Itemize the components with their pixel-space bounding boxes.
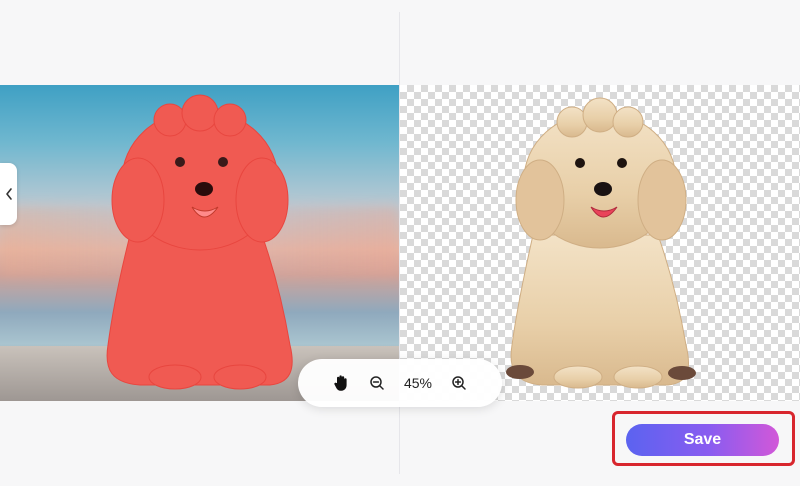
cutout-dog-image [506, 97, 696, 389]
editor-window: 45% Save [0, 0, 800, 486]
save-button[interactable]: Save [626, 424, 779, 456]
masked-dog-image [106, 94, 293, 390]
hand-icon [334, 375, 347, 391]
chevron-left-icon [5, 188, 12, 200]
zoom-in-icon [452, 376, 466, 390]
zoom-out-icon [370, 376, 384, 390]
pan-tool-button[interactable] [330, 372, 352, 394]
collapse-panel-button[interactable] [0, 163, 17, 225]
zoom-toolbar: 45% [298, 359, 502, 407]
zoom-out-button[interactable] [366, 372, 388, 394]
result-image-panel[interactable] [400, 85, 800, 401]
zoom-in-button[interactable] [448, 372, 470, 394]
zoom-level-readout: 45% [403, 375, 433, 391]
original-image-panel[interactable] [0, 85, 399, 401]
